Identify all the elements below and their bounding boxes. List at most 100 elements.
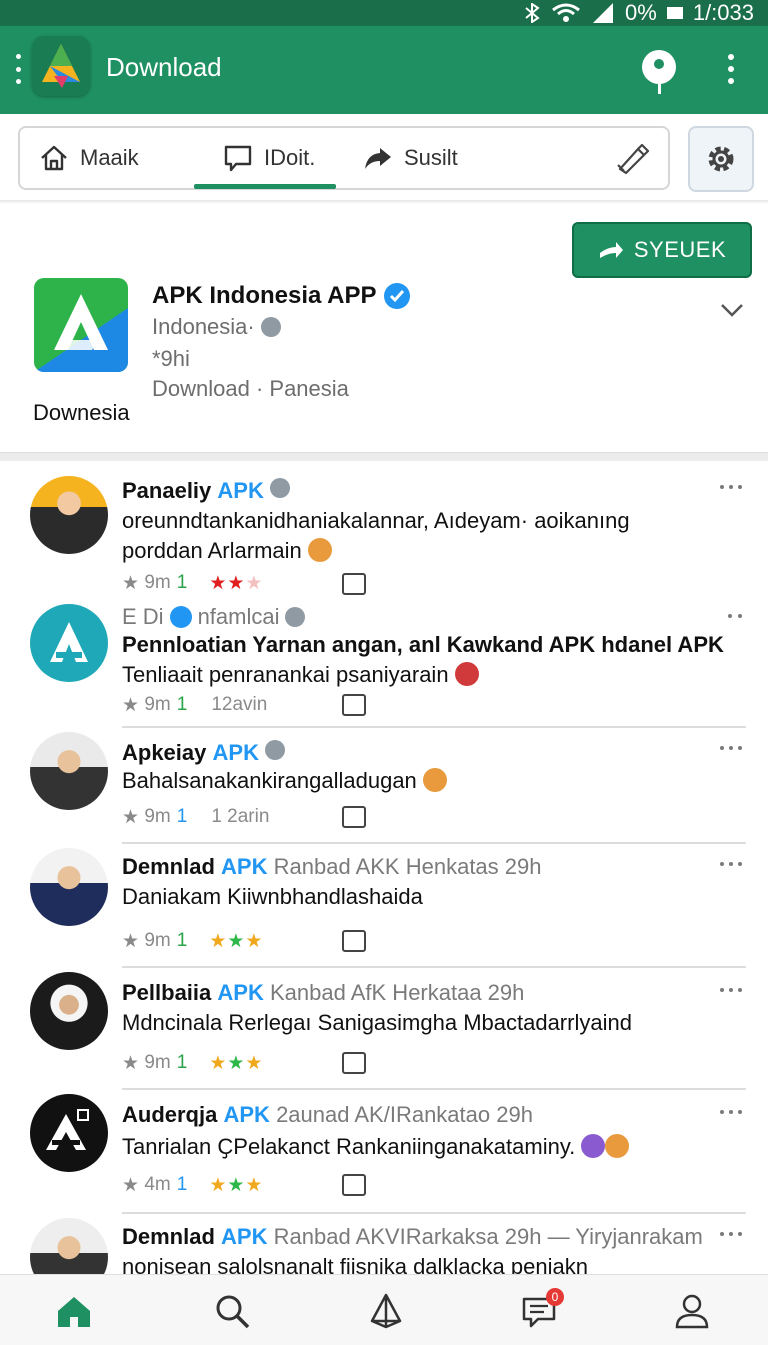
search-icon[interactable]	[212, 1291, 252, 1331]
avatar[interactable]	[30, 476, 108, 554]
apk-tag: APK	[221, 1224, 268, 1249]
post-count: 1	[176, 806, 188, 827]
rating-stars: ★★★	[209, 930, 264, 952]
post-menu-icon[interactable]	[720, 485, 742, 491]
post-menu-icon[interactable]	[720, 1110, 742, 1116]
post-body: Bahalsanakankirangalladugan	[122, 766, 447, 796]
tab-idoit[interactable]: IDoit.	[222, 128, 315, 188]
post-meta: 2aunad AK/IRankatao 29h	[276, 1102, 533, 1127]
post-line: Bahalsanakankirangalladugan	[122, 766, 447, 796]
avatar[interactable]	[30, 848, 108, 926]
follow-button[interactable]: SYEUEK	[572, 222, 752, 278]
post-author[interactable]: Demnlad	[122, 1224, 215, 1249]
post-menu-icon[interactable]	[720, 862, 742, 868]
battery-percent: 0%	[625, 0, 657, 25]
explore-icon[interactable]	[366, 1291, 406, 1331]
post-header: Auderqja APK 2aunad AK/IRankatao 29h	[122, 1102, 533, 1128]
app-logo-icon	[32, 36, 90, 96]
post-line: Daniakam Kiiwnbhandlashaida	[122, 884, 423, 909]
section-divider	[0, 452, 768, 461]
post-header: Demnlad APK Ranbad AKK Henkatas 29h	[122, 854, 541, 880]
header-divider	[0, 200, 768, 204]
post-stats: ★ 9m 1 ★★★	[122, 1050, 263, 1076]
home-icon	[41, 145, 67, 171]
bookmark-icon[interactable]	[342, 573, 366, 595]
post-menu-icon[interactable]	[720, 746, 742, 752]
post-stats: ★ 9m 1 1 2arin	[122, 804, 269, 830]
profile-icon[interactable]	[672, 1291, 712, 1331]
active-tab-indicator	[194, 184, 336, 189]
post-header: E Di nfamlcai	[122, 604, 306, 630]
notification-badge: 0	[546, 1288, 564, 1306]
tab-maaik[interactable]: Maaik	[38, 128, 139, 188]
rating-stars: ★★★	[209, 572, 264, 594]
apk-tag: APK	[217, 980, 264, 1005]
post-author[interactable]: E Di	[122, 604, 164, 630]
post-author[interactable]: Pellbaiia	[122, 980, 211, 1005]
post-count: 1	[176, 1174, 188, 1195]
post-line-text: Tanrialan ҪPelakanct Rankaniinganakatami…	[122, 1134, 576, 1159]
post-meta: Ranbad AKVIRarkaksa 29h — Yiryjanrakam	[273, 1224, 703, 1249]
post-line: Mdncinala Rerlegaı Sanigasimgha Mbactada…	[122, 1010, 632, 1035]
apk-tag: APK	[212, 740, 259, 765]
battery-icon	[666, 7, 683, 19]
clock: 1/:033	[692, 0, 754, 25]
post-author[interactable]: Auderqja	[122, 1102, 217, 1127]
post-menu-icon[interactable]	[728, 614, 742, 620]
location-pin-icon[interactable]	[642, 50, 676, 94]
post-stats: ★ 9m 1 ★★★	[122, 570, 263, 596]
post-stats: ★ 9m 1 ★★★	[122, 928, 263, 954]
post-header: Panaeliy APK	[122, 478, 290, 504]
star-icon: ★	[122, 694, 140, 716]
avatar[interactable]	[30, 604, 108, 682]
chevron-down-icon[interactable]	[720, 302, 744, 318]
bookmark-icon[interactable]	[342, 806, 366, 828]
avatar[interactable]	[30, 732, 108, 810]
post-author[interactable]: Demnlad	[122, 854, 215, 879]
bookmark-icon[interactable]	[342, 694, 366, 716]
cookie-emoji-icon	[307, 538, 332, 562]
bookmark-icon[interactable]	[342, 1052, 366, 1074]
post-extra: 12avin	[211, 694, 268, 715]
post-time: 9m	[144, 930, 171, 951]
follow-label: SYEUEK	[633, 237, 727, 262]
bookmark-icon[interactable]	[342, 1174, 366, 1196]
avatar[interactable]	[30, 972, 108, 1050]
verified-icon	[169, 606, 192, 628]
tab-label: Maaik	[80, 145, 139, 170]
overflow-menu-icon[interactable]	[728, 54, 734, 84]
post-header: Apkeiay APK	[122, 740, 286, 766]
post-count: 1	[176, 694, 188, 715]
emoji-icon	[581, 1134, 606, 1158]
star-icon: ★	[122, 1052, 140, 1074]
tab-susilt[interactable]: Susilt	[362, 128, 458, 188]
tab-bar: Maaik IDoit. Susilt	[18, 126, 670, 190]
post-author[interactable]: Panaeliy	[122, 478, 211, 503]
settings-button[interactable]	[688, 126, 754, 192]
menu-icon[interactable]	[14, 54, 22, 84]
post-author[interactable]: Apkeiay	[122, 740, 206, 765]
post-divider	[122, 842, 746, 844]
post-menu-icon[interactable]	[720, 1232, 742, 1238]
star-icon: ★	[122, 1174, 140, 1196]
post-line: porddan Arlarmain	[122, 536, 630, 566]
home-icon[interactable]	[54, 1291, 94, 1331]
post-time: 9m	[144, 1052, 171, 1073]
verified-icon	[269, 478, 290, 498]
status-bar: 0% 1/:033	[0, 0, 768, 26]
post-line: Tenliaait penranankai psaniyarain	[122, 660, 724, 690]
avatar[interactable]	[30, 1094, 108, 1172]
post-stats: ★ 9m 1 12avin	[122, 692, 267, 718]
post-time: 9m	[144, 572, 171, 593]
post-count: 1	[176, 1052, 188, 1073]
cookie-emoji-icon	[422, 768, 447, 792]
bookmark-icon[interactable]	[342, 930, 366, 952]
post-menu-icon[interactable]	[720, 988, 742, 994]
globe-icon	[260, 317, 281, 337]
apk-tag: APK	[221, 854, 268, 879]
chat-icon	[224, 145, 252, 172]
emoji-icon	[605, 1134, 630, 1158]
app-icon[interactable]	[34, 278, 128, 372]
edit-tools-icon[interactable]	[614, 141, 650, 175]
app-line2: *9hi	[152, 346, 190, 371]
